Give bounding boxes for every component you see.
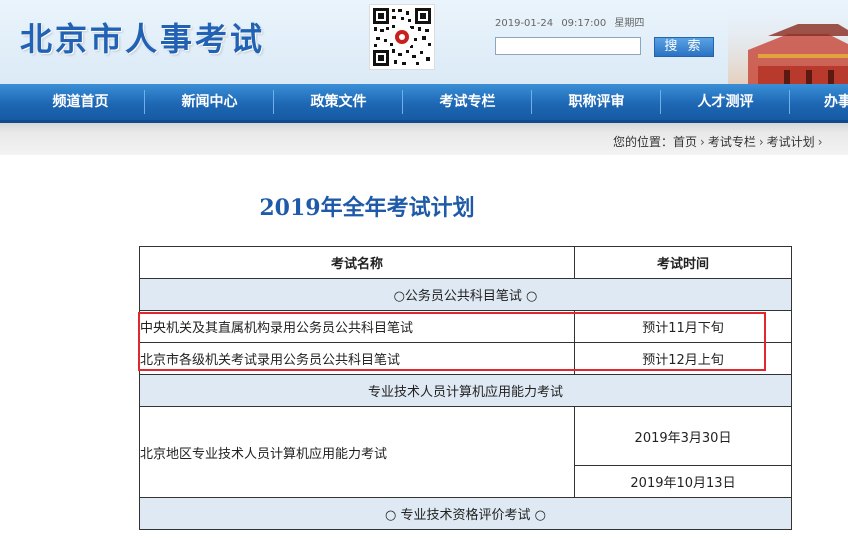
tiananmen-decoration (728, 0, 848, 84)
section-title-qualification: ○ 专业技术资格评价考试 ○ (139, 497, 792, 530)
breadcrumb: 您的位置：首页 › 考试专栏 › 考试计划 › (613, 133, 826, 150)
current-date: 2019-01-24 (495, 18, 554, 29)
exam-time-cell: 2019年3月30日 (574, 406, 792, 466)
search-button[interactable]: 搜 索 (654, 37, 714, 57)
nav-item-title-review[interactable]: 职称评审 (532, 84, 661, 120)
table-row: 北京市各级机关考试录用公务员公共科目笔试 预计12月上旬 (139, 342, 792, 375)
qr-code-image (369, 4, 435, 70)
breadcrumb-home[interactable]: 首页 (673, 135, 697, 149)
exam-name-cell: 中央机关及其直属机构录用公务员公共科目笔试 (139, 310, 575, 343)
exam-time-cell: 2019年10月13日 (574, 465, 792, 498)
nav-item-services[interactable]: 办事 (790, 84, 848, 120)
exam-name-cell: 北京市各级机关考试录用公务员公共科目笔试 (139, 342, 575, 375)
table-row: 北京地区专业技术人员计算机应用能力考试 2019年3月30日 (139, 406, 792, 498)
header-exam-time: 考试时间 (574, 246, 792, 279)
current-datetime: 2019-01-24 09:17:00 星期四 (495, 14, 649, 29)
table-row: 中央机关及其直属机构录用公务员公共科目笔试 预计11月下旬 (139, 310, 792, 343)
site-title[interactable]: 北京市人事考试 (20, 14, 265, 60)
exam-plan-table: 考试名称 考试时间 ○公务员公共科目笔试 ○ 中央机关及其直属机构录用公务员公共… (139, 246, 792, 530)
exam-time-cell: 预计12月上旬 (574, 342, 792, 375)
nav-item-exams[interactable]: 考试专栏 (403, 84, 532, 120)
section-title-civil-service: ○公务员公共科目笔试 ○ (139, 278, 792, 311)
nav-item-policy[interactable]: 政策文件 (274, 84, 403, 120)
breadcrumb-prefix: 您的位置： (613, 135, 674, 149)
nav-item-talent-assessment[interactable]: 人才测评 (661, 84, 790, 120)
section-row: ○ 专业技术资格评价考试 ○ (139, 497, 792, 530)
exam-time-cell: 预计11月下旬 (574, 310, 792, 343)
breadcrumb-exams[interactable]: 考试专栏 (708, 135, 756, 149)
section-title-computer-skills: 专业技术人员计算机应用能力考试 (139, 374, 792, 407)
current-weekday: 星期四 (614, 18, 645, 29)
exam-name-cell: 北京地区专业技术人员计算机应用能力考试 (139, 406, 575, 498)
main-nav: 频道首页 新闻中心 政策文件 考试专栏 职称评审 人才测评 办事 (0, 84, 848, 123)
search-input[interactable] (495, 37, 641, 55)
nav-item-news[interactable]: 新闻中心 (145, 84, 274, 120)
current-time: 09:17:00 (561, 18, 607, 29)
table-header-row: 考试名称 考试时间 (139, 246, 792, 279)
breadcrumb-separator: › (758, 135, 764, 149)
section-row: ○公务员公共科目笔试 ○ (139, 278, 792, 311)
nav-item-home[interactable]: 频道首页 (16, 84, 145, 120)
site-header: 北京市人事考试 2019-01-24 09:17:00 星期四 搜 索 (0, 0, 848, 84)
page-title: 2019年全年考试计划 (259, 195, 475, 221)
breadcrumb-separator: › (817, 135, 823, 149)
header-exam-name: 考试名称 (139, 246, 575, 279)
breadcrumb-plan[interactable]: 考试计划 (767, 135, 815, 149)
breadcrumb-separator: › (700, 135, 705, 149)
section-row: 专业技术人员计算机应用能力考试 (139, 374, 792, 407)
